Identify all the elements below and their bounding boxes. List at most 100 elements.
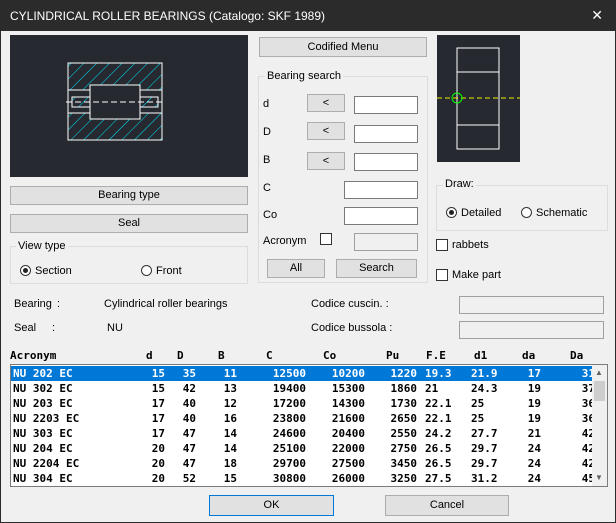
table-cell: 11 xyxy=(223,367,237,380)
table-cell: 14 xyxy=(223,442,237,455)
draw-schematic-radio[interactable] xyxy=(521,207,532,218)
search-D-input[interactable] xyxy=(354,125,418,143)
bearing-info-value: Cylindrical roller bearings xyxy=(104,298,228,310)
table-cell: 14300 xyxy=(331,397,365,410)
table-cell: 20 xyxy=(151,472,165,485)
table-cell: 24 xyxy=(527,472,541,485)
table-row[interactable]: NU 302 EC 15 42 13 19400 15300 1860 21 24.3 19 37 xyxy=(11,381,597,396)
draw-detailed-radio[interactable] xyxy=(446,207,457,218)
dialog-window: CYLINDRICAL ROLLER BEARINGS (Catalogo: S… xyxy=(0,0,616,523)
bearing-info-colon: : xyxy=(57,298,61,310)
codice-cuscin-field[interactable] xyxy=(459,296,604,314)
scroll-down-icon[interactable]: ▼ xyxy=(595,473,603,482)
table-cell: 29.7 xyxy=(471,442,498,455)
search-Co-label: Co xyxy=(263,209,278,221)
table-cell: NU 203 EC xyxy=(13,397,73,410)
table-cell: 40 xyxy=(182,397,196,410)
table-row[interactable]: NU 2204 EC 20 47 18 29700 27500 3450 26.5 29.7 24… xyxy=(11,456,597,471)
bearing-info-label: Bearing xyxy=(14,298,52,310)
table-cell: NU 204 EC xyxy=(13,442,73,455)
table-cell: 24 xyxy=(527,457,541,470)
table-cell: 17 xyxy=(527,367,541,380)
search-D-label: D xyxy=(263,126,271,138)
search-d-input[interactable] xyxy=(354,96,418,114)
table-cell: 14 xyxy=(223,427,237,440)
table-cell: 21600 xyxy=(331,412,365,425)
table-cell: 19 xyxy=(527,382,541,395)
codified-menu-button[interactable]: Codified Menu xyxy=(259,37,427,57)
all-button[interactable]: All xyxy=(267,259,325,278)
search-d-pick-button[interactable]: < xyxy=(307,94,345,112)
seal-button[interactable]: Seal xyxy=(10,214,248,233)
table-cell: 15 xyxy=(151,382,165,395)
table-cell: 35 xyxy=(182,367,196,380)
table-row[interactable]: NU 304 EC 20 52 15 30800 26000 3250 27.5 31.2 24 4… xyxy=(11,471,597,486)
table-row[interactable]: NU 2203 EC 17 40 16 23800 21600 2650 22.1 25 19 36 xyxy=(11,411,597,426)
table-cell: 1730 xyxy=(390,397,418,410)
table-cell: 27.5 xyxy=(425,472,452,485)
table-row[interactable]: NU 202 EC 15 35 11 12500 10200 1220 19.3 21.9 17 3… xyxy=(11,366,597,381)
table-cell: 19.3 xyxy=(425,367,452,380)
search-B-pick-button[interactable]: < xyxy=(307,152,345,170)
close-icon[interactable]: ✕ xyxy=(591,7,603,24)
table-cell: 29700 xyxy=(272,457,306,470)
draw-label: Draw: xyxy=(443,178,476,190)
table-cell: 30800 xyxy=(272,472,306,485)
table-cell: 42 xyxy=(182,382,196,395)
bearing-type-button[interactable]: Bearing type xyxy=(10,186,248,205)
scroll-thumb[interactable] xyxy=(594,381,605,401)
table-cell: 21 xyxy=(527,427,541,440)
codice-bussola-field[interactable] xyxy=(459,321,604,339)
table-cell: 21.9 xyxy=(471,367,498,380)
table-row[interactable]: NU 303 EC 17 47 14 24600 20400 2550 24.2 27.7 21 4… xyxy=(11,426,597,441)
col-header-Da: Da xyxy=(570,349,584,362)
table-cell: 22.1 xyxy=(425,397,452,410)
view-front-label: Front xyxy=(156,265,182,277)
codice-cuscin-label: Codice cuscin. : xyxy=(311,298,389,310)
list-scrollbar[interactable]: ▲ ▼ xyxy=(592,365,607,486)
table-cell: 17200 xyxy=(272,397,306,410)
table-cell: 27500 xyxy=(331,457,365,470)
table-cell: 29.7 xyxy=(471,457,498,470)
table-cell: 25 xyxy=(471,397,485,410)
search-Co-input[interactable] xyxy=(344,207,418,225)
table-cell: 27.7 xyxy=(471,427,498,440)
search-acronym-input[interactable] xyxy=(354,233,418,251)
view-section-radio[interactable] xyxy=(20,265,31,276)
ok-button[interactable]: OK xyxy=(209,495,334,516)
window-title: CYLINDRICAL ROLLER BEARINGS (Catalogo: S… xyxy=(10,9,326,23)
cancel-button[interactable]: Cancel xyxy=(385,495,509,516)
col-header-d: d xyxy=(146,349,153,362)
rabbets-checkbox[interactable] xyxy=(436,239,448,251)
table-cell: NU 2203 EC xyxy=(13,412,80,425)
search-C-input[interactable] xyxy=(344,181,418,199)
table-cell: 1220 xyxy=(390,367,418,380)
col-header-da: da xyxy=(522,349,536,362)
search-B-label: B xyxy=(263,154,271,166)
search-D-pick-button[interactable]: < xyxy=(307,122,345,140)
schematic-preview-canvas xyxy=(437,35,520,162)
search-button[interactable]: Search xyxy=(336,259,417,278)
scroll-up-icon[interactable]: ▲ xyxy=(595,368,603,377)
make-part-checkbox[interactable] xyxy=(436,269,448,281)
table-row[interactable]: NU 203 EC 17 40 12 17200 14300 1730 22.1 25 19 36 xyxy=(11,396,597,411)
seal-info-label: Seal xyxy=(14,322,37,334)
table-cell: 15300 xyxy=(331,382,365,395)
table-cell: 24600 xyxy=(272,427,306,440)
view-front-radio[interactable] xyxy=(141,265,152,276)
table-row[interactable]: NU 204 EC 20 47 14 25100 22000 2750 26.5 29.7 24 4… xyxy=(11,441,597,456)
table-cell: NU 304 EC xyxy=(13,472,73,485)
search-d-label: d xyxy=(263,98,270,110)
table-cell: 12 xyxy=(223,397,237,410)
search-B-input[interactable] xyxy=(354,153,418,171)
bearing-section-drawing xyxy=(66,62,164,141)
draw-detailed-label: Detailed xyxy=(461,207,502,219)
bearing-list[interactable]: NU 202 EC 15 35 11 12500 10200 1220 19.3 21.9 17 3… xyxy=(10,364,608,487)
table-cell: NU 302 EC xyxy=(13,382,73,395)
table-cell: 47 xyxy=(182,442,196,455)
search-acronym-checkbox[interactable] xyxy=(320,233,332,245)
col-header-C: C xyxy=(266,349,273,362)
table-cell: 20400 xyxy=(331,427,365,440)
table-cell: 2750 xyxy=(390,442,418,455)
col-header-D: D xyxy=(177,349,184,362)
